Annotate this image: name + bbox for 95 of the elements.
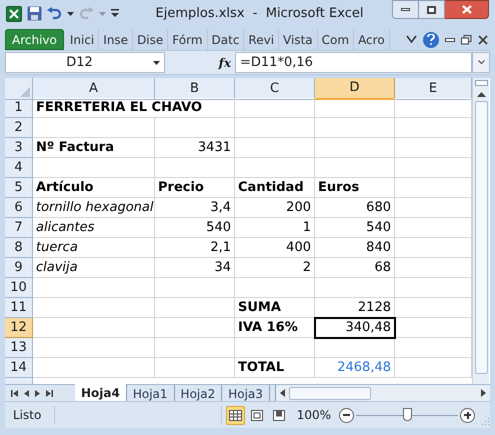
name-box[interactable]: D12 <box>5 52 165 73</box>
minimize-button[interactable] <box>392 0 419 19</box>
selected-cell[interactable]: 340,48 <box>315 318 395 338</box>
row-header[interactable]: 6 <box>5 198 33 218</box>
excel-logo-icon[interactable] <box>6 6 22 22</box>
previous-sheet-icon[interactable] <box>24 390 29 396</box>
table-cell: 2 <box>235 258 315 278</box>
restore-icon[interactable] <box>461 34 472 44</box>
scroll-up-icon[interactable] <box>476 92 486 97</box>
scroll-right-icon[interactable] <box>481 389 486 397</box>
table-cell: tuerca <box>33 238 155 258</box>
table-cell: Precio <box>155 178 235 198</box>
table-cell: 1 <box>235 218 315 238</box>
table-cell: tornillo hexagonal <box>33 198 155 218</box>
row-header[interactable]: 1 <box>5 98 33 118</box>
undo-icon[interactable] <box>47 7 62 20</box>
table-cell: 540 <box>155 218 235 238</box>
table-cell: 34 <box>155 258 235 278</box>
resize-grip-icon[interactable] <box>481 417 490 426</box>
scroll-left-icon[interactable] <box>280 389 285 397</box>
row-header[interactable]: 3 <box>5 138 33 158</box>
zoom-slider[interactable] <box>356 408 458 422</box>
table-cell: 3,4 <box>155 198 235 218</box>
next-sheet-icon[interactable] <box>35 390 40 396</box>
ribbon-tab[interactable]: Archivo <box>5 29 64 50</box>
redo-dropdown-icon <box>99 12 106 16</box>
row-header[interactable]: 8 <box>5 238 33 258</box>
expand-formula-button[interactable] <box>472 52 490 73</box>
zoom-out-button[interactable] <box>339 408 354 422</box>
page-break-icon <box>273 410 286 420</box>
split-handle[interactable] <box>474 80 488 86</box>
table-cell: 680 <box>315 198 395 218</box>
insert-function-button[interactable]: fx <box>218 54 231 72</box>
table-cell: 68 <box>315 258 395 278</box>
vertical-scrollbar[interactable] <box>472 78 489 384</box>
status-text: Listo <box>5 406 55 424</box>
close-icon[interactable] <box>478 34 488 44</box>
restore-button[interactable] <box>419 0 445 19</box>
row-header[interactable]: 4 <box>5 158 33 178</box>
customize-toolbar-icon[interactable] <box>111 9 119 18</box>
row-header[interactable]: 7 <box>5 218 33 238</box>
sheet-tab[interactable]: Hoja4 <box>75 384 127 401</box>
close-button[interactable] <box>445 0 489 19</box>
column-header[interactable]: B <box>155 78 235 100</box>
table-cell: FERRETERIA EL CHAVO <box>33 98 235 118</box>
grid-icon <box>228 410 242 420</box>
table-cell: 2128 <box>315 298 395 318</box>
table-cell: Artículo <box>33 178 155 198</box>
zoom-slider-thumb[interactable] <box>403 408 412 421</box>
row-header[interactable]: 9 <box>5 258 33 278</box>
page-icon <box>251 410 264 420</box>
table-cell: 2,1 <box>155 238 235 258</box>
first-sheet-icon[interactable] <box>11 390 18 396</box>
row-header[interactable]: 5 <box>5 178 33 198</box>
undo-dropdown-icon <box>67 12 74 16</box>
row-header[interactable]: 14 <box>5 358 33 378</box>
last-sheet-icon[interactable] <box>46 390 53 396</box>
save-icon[interactable] <box>27 6 42 21</box>
scroll-thumb[interactable] <box>474 101 488 374</box>
table-cell: 3431 <box>155 138 235 158</box>
formula-field[interactable]: =D11*0,16 <box>235 52 472 73</box>
name-box-dropdown-icon <box>153 60 160 64</box>
table-cell: 540 <box>315 218 395 238</box>
row-header[interactable]: 10 <box>5 278 33 298</box>
normal-view-button[interactable] <box>226 406 245 424</box>
column-header[interactable]: A <box>33 78 155 100</box>
scroll-thumb[interactable] <box>288 386 371 400</box>
window-title: Ejemplos.xlsx - Microsoft Excel <box>154 4 364 23</box>
minimize-icon[interactable] <box>445 38 455 42</box>
help-icon[interactable] <box>423 32 439 48</box>
minimize-ribbon-icon[interactable] <box>406 35 417 44</box>
row-header[interactable]: 2 <box>5 118 33 138</box>
corner-triangle-icon <box>20 86 30 96</box>
zoom-in-button[interactable] <box>460 408 475 422</box>
row-header[interactable]: 12 <box>5 318 33 338</box>
table-cell: 840 <box>315 238 395 258</box>
table-cell: Nº Factura <box>33 138 155 158</box>
cell-reference: D12 <box>65 54 94 72</box>
zoom-level[interactable]: 100% <box>288 406 339 424</box>
table-cell: TOTAL <box>235 358 315 378</box>
table-cell: IVA 16% <box>235 318 315 338</box>
column-header[interactable]: D <box>315 78 395 100</box>
table-cell: Cantidad <box>235 178 315 198</box>
table-cell: alicantes <box>33 218 155 238</box>
table-cell: 400 <box>235 238 315 258</box>
table-cell: clavija <box>33 258 155 278</box>
row-header[interactable]: 11 <box>5 298 33 318</box>
row-header[interactable]: 13 <box>5 338 33 358</box>
chevron-down-icon <box>478 60 484 65</box>
horizontal-scrollbar[interactable] <box>276 385 490 401</box>
table-cell: Euros <box>315 178 395 198</box>
table-cell: 2468,48 <box>315 358 395 378</box>
table-cell: SUMA <box>235 298 315 318</box>
close-icon <box>462 5 472 14</box>
table-cell: 200 <box>235 198 315 218</box>
